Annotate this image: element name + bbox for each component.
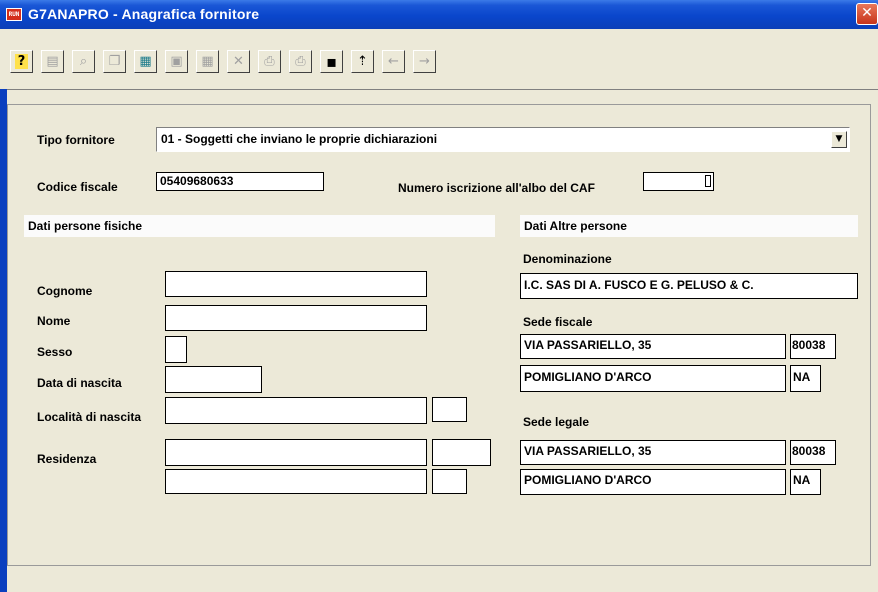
tipo-fornitore-select[interactable]: 01 - Soggetti che inviano le proprie dic… (156, 127, 850, 152)
cognome-label: Cognome (37, 284, 93, 298)
binoculars-icon: ⌕ (79, 54, 88, 69)
nome-label: Nome (37, 314, 71, 328)
residenza-comune-field[interactable] (165, 469, 427, 494)
nome-field[interactable] (165, 305, 427, 331)
numero-iscrizione-field[interactable] (643, 172, 714, 191)
save-button[interactable]: ▪ (320, 50, 343, 73)
delete-button[interactable]: ✕ (227, 50, 250, 73)
print-button[interactable]: ⎙ (289, 50, 312, 73)
printer-icon: ⎙ (295, 54, 306, 69)
sede-fiscale-label: Sede fiscale (523, 315, 593, 329)
delete-icon: ✕ (233, 54, 244, 69)
residenza-provincia-field[interactable] (432, 469, 467, 494)
preview-button[interactable]: ⎙ (258, 50, 281, 73)
title-bar: RUN G7ANAPRO - Anagrafica fornitore ✕ (0, 0, 878, 29)
properties-button[interactable]: ▤ (41, 50, 64, 73)
grid-button[interactable]: ▦ (196, 50, 219, 73)
sede-legale-comune-field[interactable]: POMIGLIANO D'ARCO (520, 469, 786, 495)
localita-nascita-provincia-field[interactable] (432, 397, 467, 422)
residenza-label: Residenza (37, 452, 97, 466)
dropdown-arrow-icon[interactable]: ▼ (831, 131, 847, 148)
paste-icon: ▣ (170, 54, 183, 69)
sesso-label: Sesso (37, 345, 73, 359)
tipo-fornitore-value: 01 - Soggetti che inviano le proprie dic… (161, 132, 438, 146)
localita-nascita-field[interactable] (165, 397, 427, 424)
left-border (0, 89, 7, 592)
sede-fiscale-comune-field[interactable]: POMIGLIANO D'ARCO (520, 365, 786, 392)
close-button[interactable]: ✕ (856, 3, 878, 25)
toolbar: ? ▤ ⌕ ❐ ▦ ▣ ▦ ✕ ⎙ ⎙ ▪ ⇡ ← → (0, 29, 878, 89)
app-icon: RUN (6, 8, 22, 21)
tipo-fornitore-label: Tipo fornitore (37, 133, 115, 147)
help-button[interactable]: ? (10, 50, 33, 73)
codice-fiscale-label: Codice fiscale (37, 180, 118, 194)
residenza-indirizzo-field[interactable] (165, 439, 427, 466)
section-persone-fisiche: Dati persone fisiche (24, 215, 495, 237)
next-button[interactable]: → (413, 50, 436, 73)
denominazione-label: Denominazione (523, 252, 612, 266)
arrow-left-icon: ← (388, 54, 399, 69)
copy-icon: ❐ (108, 54, 121, 69)
preview-icon: ⎙ (264, 54, 275, 69)
sede-fiscale-indirizzo-field[interactable]: VIA PASSARIELLO, 35 (520, 334, 786, 359)
close-icon: ✕ (861, 5, 873, 21)
exit-button[interactable]: ⇡ (351, 50, 374, 73)
sede-legale-indirizzo-field[interactable]: VIA PASSARIELLO, 35 (520, 440, 786, 465)
residenza-cap-field[interactable] (432, 439, 491, 466)
paste-button[interactable]: ▣ (165, 50, 188, 73)
previous-button[interactable]: ← (382, 50, 405, 73)
sede-legale-cap-field[interactable]: 80038 (790, 440, 836, 465)
grid-icon: ▦ (201, 54, 214, 69)
search-button[interactable]: ⌕ (72, 50, 95, 73)
data-nascita-field[interactable] (165, 366, 262, 393)
sede-fiscale-provincia-field[interactable]: NA (790, 365, 821, 392)
numero-iscrizione-label: Numero iscrizione all'albo del CAF (398, 181, 595, 195)
sede-legale-label: Sede legale (523, 415, 590, 429)
sede-fiscale-cap-field[interactable]: 80038 (790, 334, 836, 359)
exit-icon: ⇡ (357, 54, 368, 69)
codice-fiscale-field[interactable]: 05409680633 (156, 172, 324, 191)
cognome-field[interactable] (165, 271, 427, 297)
denominazione-field[interactable]: I.C. SAS DI A. FUSCO E G. PELUSO & C. (520, 273, 858, 299)
properties-icon: ▤ (46, 54, 59, 69)
localita-nascita-label: Località di nascita (37, 410, 142, 424)
floppy-icon: ▪ (326, 52, 337, 71)
data-nascita-label: Data di nascita (37, 376, 122, 390)
calculator-icon: ▦ (139, 54, 152, 69)
sesso-field[interactable] (165, 336, 187, 363)
copy-record-button[interactable]: ❐ (103, 50, 126, 73)
text-cursor (705, 175, 711, 187)
calculator-button[interactable]: ▦ (134, 50, 157, 73)
window-title: G7ANAPRO - Anagrafica fornitore (28, 6, 260, 22)
section-altre-persone: Dati Altre persone (520, 215, 858, 237)
question-icon: ? (14, 54, 29, 69)
sede-legale-provincia-field[interactable]: NA (790, 469, 821, 495)
arrow-right-icon: → (419, 54, 430, 69)
